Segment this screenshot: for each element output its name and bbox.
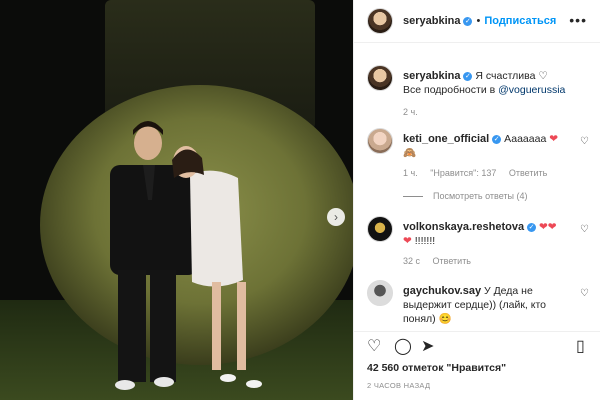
comment-avatar[interactable] — [367, 128, 393, 154]
like-comment-icon[interactable]: ♡ — [580, 288, 589, 299]
instagram-post: › seryabkina ✓ • Подписаться ••• seryabk… — [0, 0, 600, 400]
separator-dot: • — [476, 15, 481, 27]
like-comment-icon[interactable]: ♡ — [580, 224, 589, 235]
share-icon[interactable]: ➤ — [421, 338, 434, 356]
like-comment-icon[interactable]: ♡ — [580, 136, 589, 147]
comment-avatar[interactable] — [367, 280, 393, 306]
caption: seryabkina ✓ Я счастлива ♡ Все подробност… — [367, 65, 589, 117]
comment-meta: 1 ч. "Нравится": 137 Ответить — [403, 168, 557, 178]
comment-item: volkonskaya.reshetova ✓ ❤❤ ❤ !!!!!!! 32 с… — [367, 216, 589, 276]
comment-time[interactable]: 32 с — [403, 256, 420, 266]
heart-emoji-icon: ❤❤ — [539, 221, 557, 233]
post-sidebar: seryabkina ✓ • Подписаться ••• seryabkin… — [353, 0, 600, 400]
caption-text-line1: Я счастлива ♡ — [475, 70, 548, 82]
heart-emoji-icon: ❤ — [403, 235, 412, 247]
heart-emoji-icon: ❤ — [549, 133, 559, 145]
comment-avatar[interactable] — [367, 216, 393, 242]
verified-badge-icon: ✓ — [527, 223, 537, 232]
next-photo-button[interactable]: › — [327, 208, 345, 226]
author-avatar[interactable] — [367, 8, 393, 34]
reply-button[interactable]: Ответить — [433, 256, 471, 266]
post-photo[interactable]: › — [0, 0, 353, 400]
comment-likes[interactable]: "Нравится": 137 — [430, 168, 496, 178]
post-timestamp[interactable]: 2 ЧАСОВ НАЗАД — [367, 381, 430, 390]
comment-username[interactable]: volkonskaya.reshetova — [403, 221, 524, 233]
caption-text-prefix: Все подробности в — [403, 84, 499, 96]
more-options-icon[interactable]: ••• — [569, 12, 587, 28]
view-replies-label[interactable]: Посмотреть ответы (4) — [433, 191, 528, 201]
verified-badge-icon: ✓ — [463, 72, 473, 81]
caption-avatar[interactable] — [367, 65, 393, 91]
comment-body: volkonskaya.reshetova ✓ ❤❤ ❤ !!!!!!! — [403, 220, 579, 248]
author-username[interactable]: seryabkina — [403, 15, 460, 27]
caption-username[interactable]: seryabkina — [403, 70, 460, 82]
comment-username[interactable]: gaychukov.say — [403, 285, 481, 297]
view-replies[interactable]: Посмотреть ответы (4) — [403, 191, 528, 201]
verified-badge-icon: ✓ — [492, 135, 502, 144]
comment-meta: 32 с Ответить — [403, 256, 481, 266]
caption-meta: 2 ч. — [403, 107, 428, 117]
follow-button[interactable]: Подписаться — [484, 15, 556, 27]
comment-icon[interactable]: ◯ — [394, 338, 412, 356]
like-icon[interactable]: ♡ — [367, 338, 381, 356]
comment-text: Ааааааа — [504, 133, 547, 145]
comment-time[interactable]: 1 ч. — [403, 168, 418, 178]
comment-body: keti_one_official ✓ Ааааааа ❤ 🙈 — [403, 132, 579, 160]
save-bookmark-icon[interactable]: ▯ — [576, 338, 585, 356]
verified-badge-icon: ✓ — [463, 16, 473, 26]
smile-emoji-icon: 😊 — [438, 313, 452, 325]
likes-count[interactable]: 42 560 отметок "Нравится" — [367, 362, 506, 374]
mention-link[interactable]: @voguerussia — [498, 84, 565, 96]
comment-body: gaychukov.say У Деда не выдержит сердце)… — [403, 284, 579, 326]
post-actions: ♡ ◯ ➤ ▯ — [354, 331, 600, 365]
comment-item: gaychukov.say У Деда не выдержит сердце)… — [367, 280, 589, 330]
caption-time[interactable]: 2 ч. — [403, 107, 418, 117]
caption-body: seryabkina ✓ Я счастлива ♡ Все подробност… — [403, 69, 579, 97]
post-header: seryabkina ✓ • Подписаться ••• — [354, 0, 600, 43]
comment-text: !!!!!!! — [414, 235, 436, 247]
reply-button[interactable]: Ответить — [509, 168, 547, 178]
photo-illustration — [0, 0, 353, 400]
monkey-emoji-icon: 🙈 — [403, 147, 417, 159]
comment-username[interactable]: keti_one_official — [403, 133, 489, 145]
replies-divider — [403, 195, 423, 197]
